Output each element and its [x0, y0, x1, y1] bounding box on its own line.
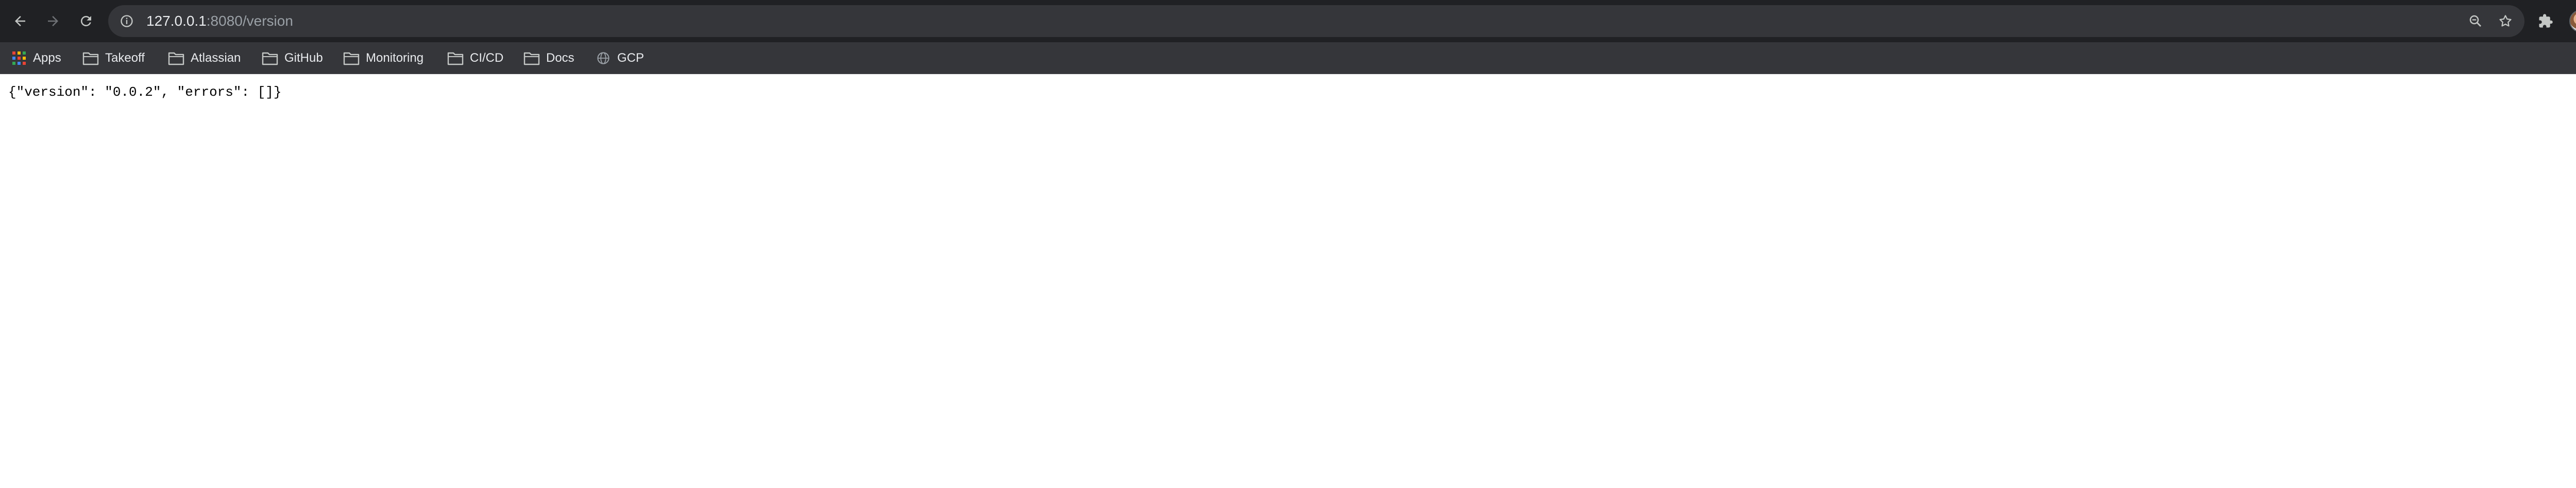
bookmark-label: CI/CD [470, 51, 504, 65]
bookmark-label: Monitoring [366, 51, 424, 65]
bookmark-label: Docs [546, 51, 574, 65]
browser-toolbar: 127.0.0.1:8080/version [0, 0, 2576, 42]
bookmark-apps[interactable]: Apps [11, 47, 61, 69]
reload-button[interactable] [70, 5, 102, 37]
url-path: :8080/version [206, 13, 293, 29]
bookmark-folder-docs[interactable]: Docs [523, 47, 574, 69]
back-button[interactable] [4, 5, 36, 37]
extensions-button[interactable] [2530, 5, 2562, 37]
puzzle-piece-icon [2539, 14, 2553, 28]
info-icon[interactable] [120, 14, 134, 28]
folder-icon [523, 52, 540, 65]
url-text[interactable]: 127.0.0.1:8080/version [146, 13, 293, 29]
bookmark-folder-atlassian[interactable]: Atlassian [168, 47, 241, 69]
bookmark-label: Takeoff [105, 51, 145, 65]
bookmark-star-button[interactable] [2494, 9, 2517, 33]
profile-button[interactable] [2565, 5, 2576, 37]
json-response-text: {"version": "0.0.2", "errors": []} [8, 84, 282, 100]
bookmark-label: Apps [33, 51, 61, 65]
avatar [2569, 10, 2576, 32]
zoom-button[interactable] [2464, 9, 2487, 33]
bookmark-label: GitHub [284, 51, 323, 65]
reload-icon [81, 16, 91, 26]
address-bar[interactable]: 127.0.0.1:8080/version [108, 5, 2524, 37]
bookmark-folder-github[interactable]: GitHub [262, 47, 323, 69]
url-host: 127.0.0.1 [146, 13, 207, 29]
arrow-right-icon [48, 16, 58, 26]
folder-icon [168, 52, 184, 65]
page-content: {"version": "0.0.2", "errors": []} [0, 74, 2576, 488]
folder-icon [447, 52, 464, 65]
bookmark-label: Atlassian [191, 51, 241, 65]
bookmark-label: GCP [617, 51, 645, 65]
folder-icon [262, 52, 278, 65]
apps-grid-icon [12, 51, 26, 65]
star-icon [2499, 15, 2512, 27]
bookmark-folder-takeoff[interactable]: Takeoff [82, 47, 145, 69]
globe-icon [597, 52, 609, 64]
forward-button[interactable] [37, 5, 69, 37]
arrow-left-icon [15, 16, 25, 26]
bookmarks-bar: Apps Takeoff Atlassian GitHub Monitoring [0, 42, 2576, 74]
bookmark-folder-ci-cd[interactable]: CI/CD [447, 47, 503, 69]
bookmark-folder-monitoring[interactable]: Monitoring [343, 47, 423, 69]
folder-icon [82, 52, 99, 65]
zoom-icon [2469, 15, 2481, 27]
folder-icon [343, 52, 360, 65]
bookmark-gcp[interactable]: GCP [596, 47, 644, 69]
